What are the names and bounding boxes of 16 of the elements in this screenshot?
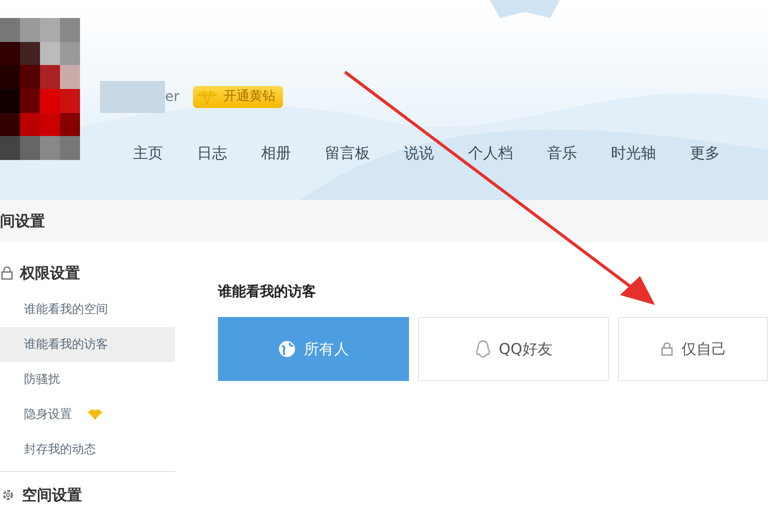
gear-icon bbox=[0, 487, 16, 503]
section-heading: 谁能看我的访客 bbox=[218, 282, 317, 302]
section-title: 权限设置 bbox=[20, 262, 80, 284]
sidebar-item[interactable]: 谁能看我的访客 bbox=[0, 327, 175, 362]
sidebar-item[interactable]: 谁能看我的空间 bbox=[0, 292, 175, 327]
lock-icon bbox=[0, 266, 14, 280]
globe-icon bbox=[278, 340, 296, 358]
sidebar-item[interactable]: 隐身设置 bbox=[0, 397, 175, 432]
penguin-icon bbox=[474, 340, 491, 358]
option-button[interactable]: QQ好友 bbox=[418, 317, 609, 381]
page-title: 间设置 bbox=[0, 210, 45, 232]
sidebar-item[interactable]: 封存我的动态 bbox=[0, 432, 175, 467]
option-button[interactable]: 仅自己 bbox=[618, 317, 768, 381]
section-title: 空间设置 bbox=[22, 484, 82, 506]
sidebar-item[interactable]: 防骚扰 bbox=[0, 362, 175, 397]
lock-icon bbox=[660, 342, 674, 356]
